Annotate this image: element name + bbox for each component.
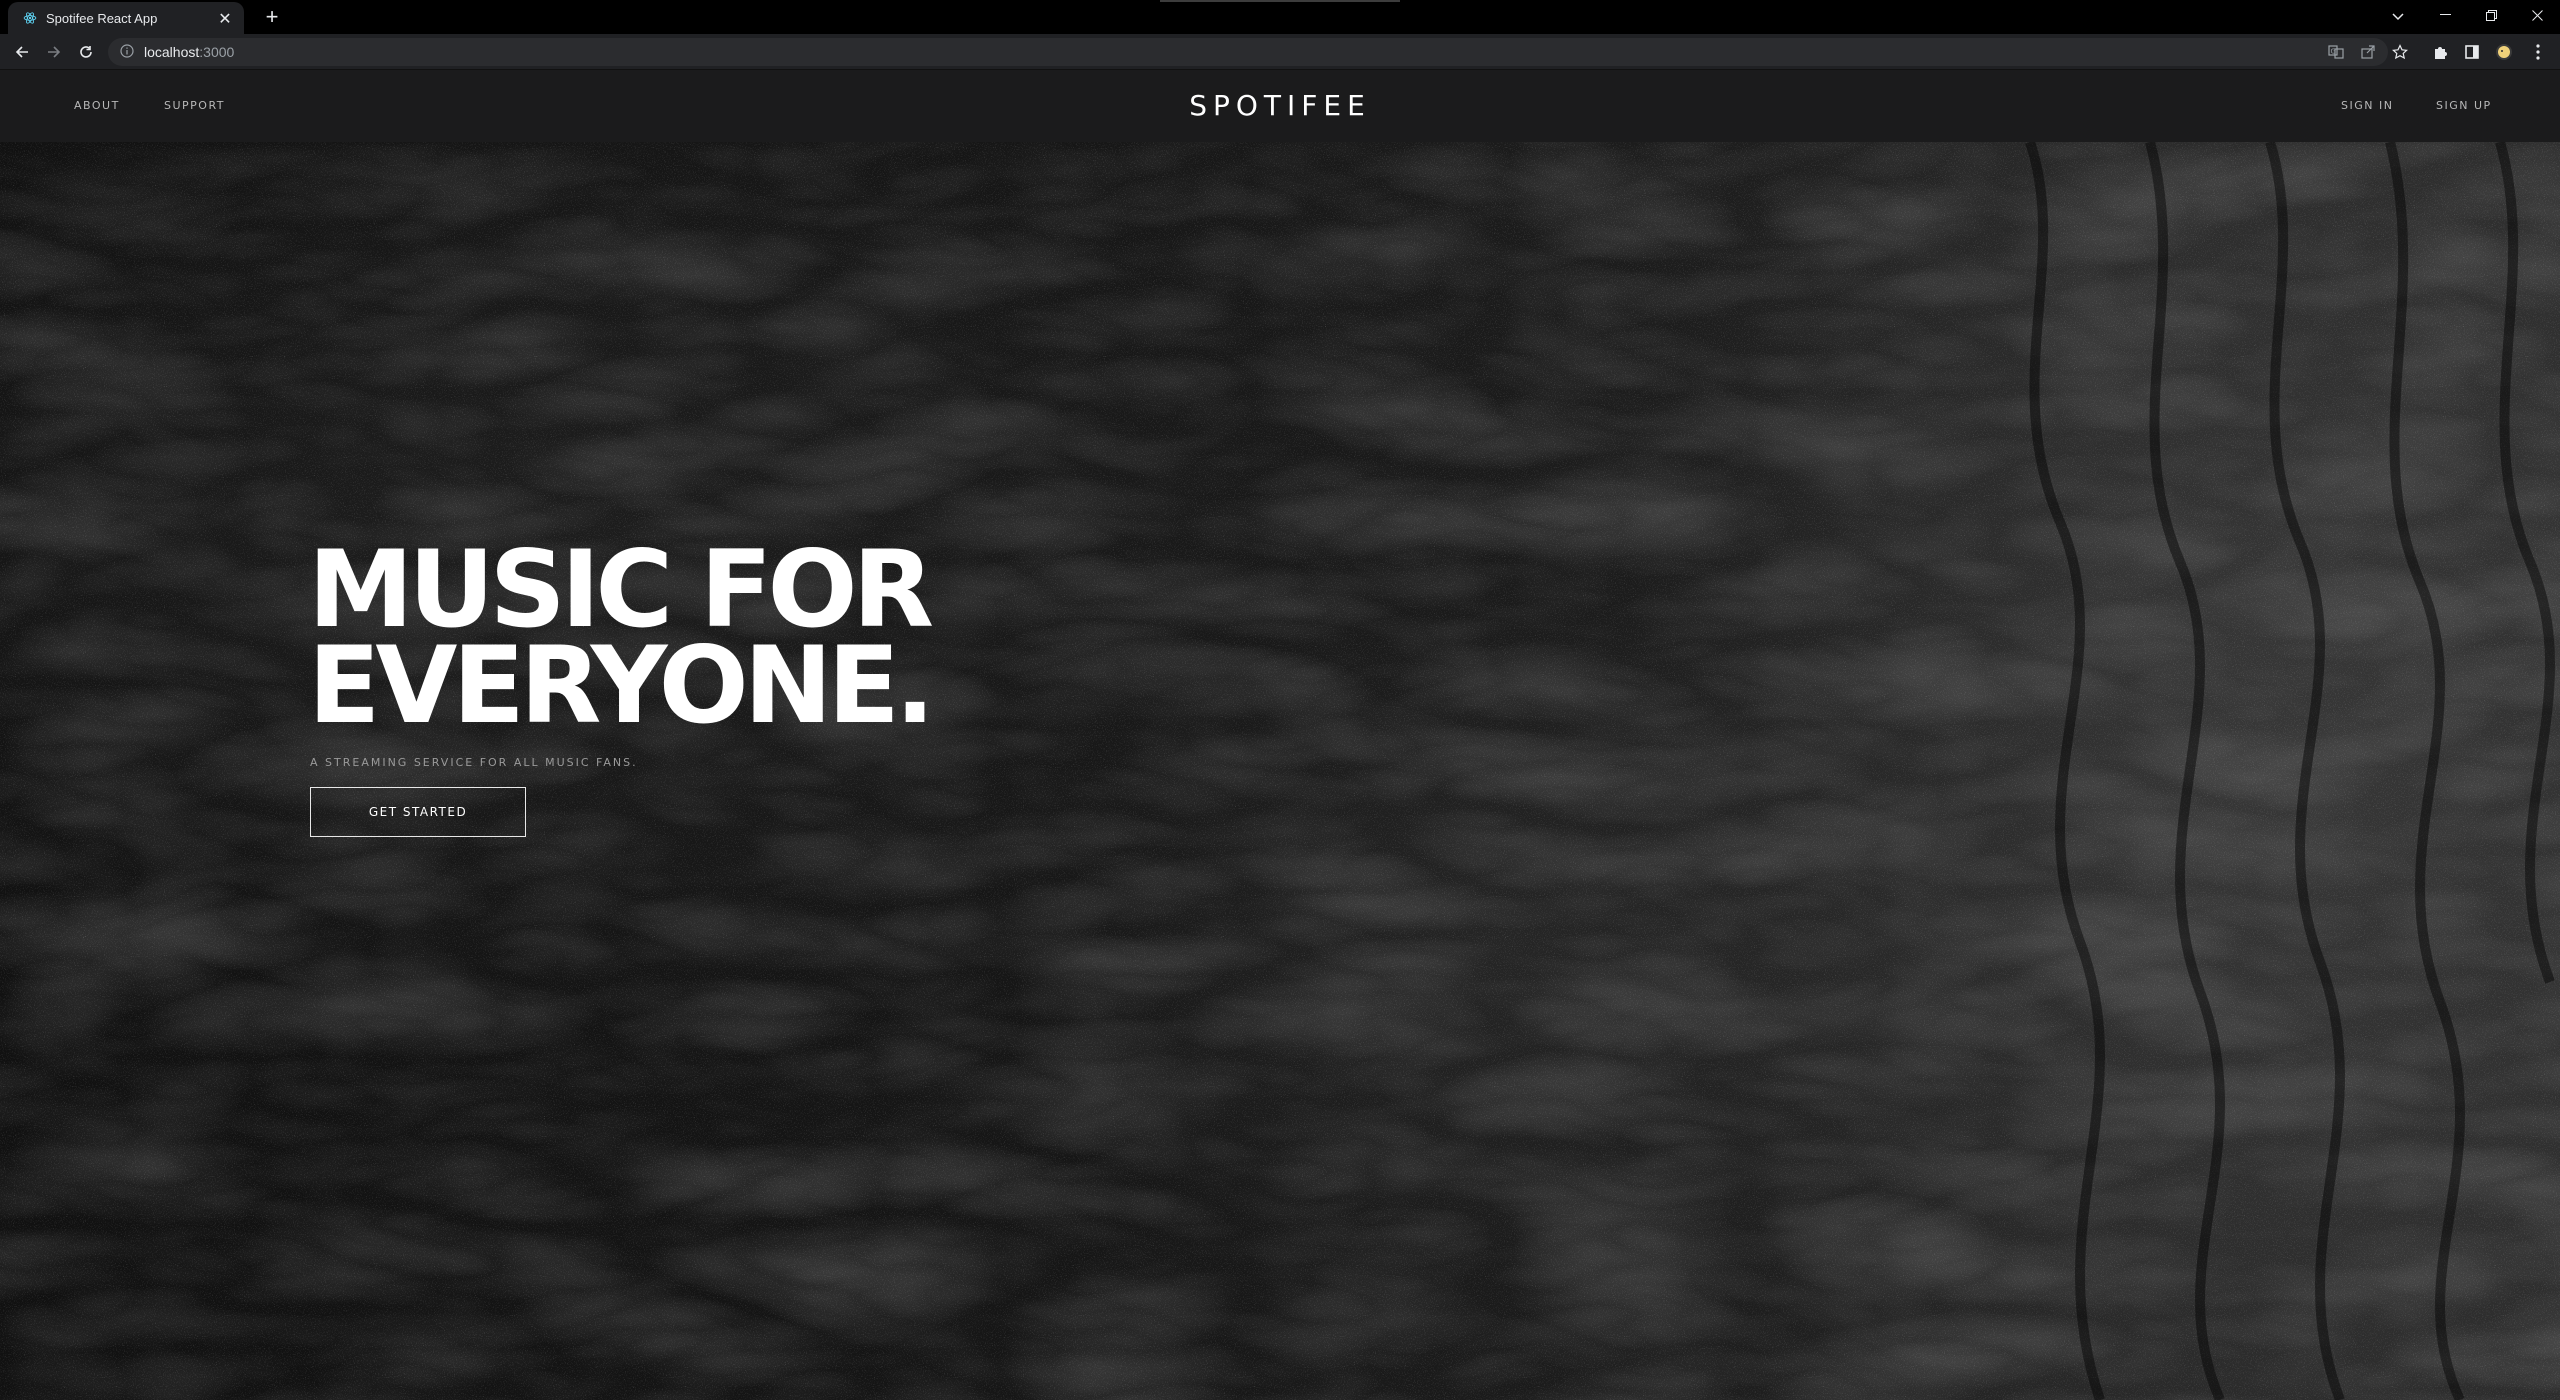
tab-search-chevron-icon[interactable]: [2384, 4, 2412, 30]
url-host: localhost: [144, 44, 200, 60]
browser-tab[interactable]: Spotifee React App ✕: [8, 2, 244, 34]
forward-arrow-icon[interactable]: [40, 38, 68, 66]
hero-headline-line-2: EVERYONE.: [308, 624, 935, 747]
extensions-puzzle-icon[interactable]: [2426, 38, 2454, 66]
profile-avatar-icon[interactable]: [2490, 38, 2518, 66]
hero-headline: MUSIC FOR EVERYONE.: [308, 537, 1208, 747]
hero-content: MUSIC FOR EVERYONE. A STREAMING SERVICE …: [308, 537, 1208, 837]
browser-menu-icon[interactable]: [2524, 38, 2552, 66]
nav-sign-in-link[interactable]: SIGN IN: [2341, 70, 2393, 142]
close-tab-icon[interactable]: ✕: [216, 9, 234, 28]
hero-section: MUSIC FOR EVERYONE. A STREAMING SERVICE …: [0, 142, 2560, 1400]
url-text: localhost:3000: [144, 44, 234, 60]
back-arrow-icon[interactable]: [8, 38, 36, 66]
share-icon[interactable]: [2354, 38, 2382, 66]
get-started-button[interactable]: GET STARTED: [310, 787, 526, 837]
close-window-icon[interactable]: [2514, 0, 2560, 30]
new-tab-button[interactable]: +: [258, 4, 286, 32]
site-info-icon[interactable]: [120, 43, 134, 62]
browser-tab-strip: Spotifee React App ✕ +: [0, 0, 2560, 34]
site-header: ABOUT SUPPORT SPOTIFEE SIGN IN SIGN UP: [0, 70, 2560, 142]
nav-sign-up-link[interactable]: SIGN UP: [2436, 70, 2492, 142]
browser-toolbar: localhost:3000 G: [0, 34, 2560, 70]
side-panel-icon[interactable]: [2458, 38, 2486, 66]
brand-logo[interactable]: SPOTIFEE: [1080, 70, 1480, 142]
address-bar[interactable]: localhost:3000: [108, 38, 2388, 66]
react-icon: [22, 10, 38, 26]
restore-icon[interactable]: [2468, 0, 2514, 30]
url-port: :3000: [199, 44, 235, 60]
nav-support-link[interactable]: SUPPORT: [164, 70, 225, 142]
bookmark-star-icon[interactable]: [2386, 38, 2414, 66]
tab-title: Spotifee React App: [46, 10, 158, 26]
hero-subtitle: A STREAMING SERVICE FOR ALL MUSIC FANS.: [310, 756, 638, 769]
reload-icon[interactable]: [72, 38, 100, 66]
translate-icon[interactable]: G: [2322, 38, 2350, 66]
minimize-icon[interactable]: [2422, 0, 2468, 30]
nav-about-link[interactable]: ABOUT: [74, 70, 120, 142]
window-drag-notch: [1160, 0, 1400, 2]
